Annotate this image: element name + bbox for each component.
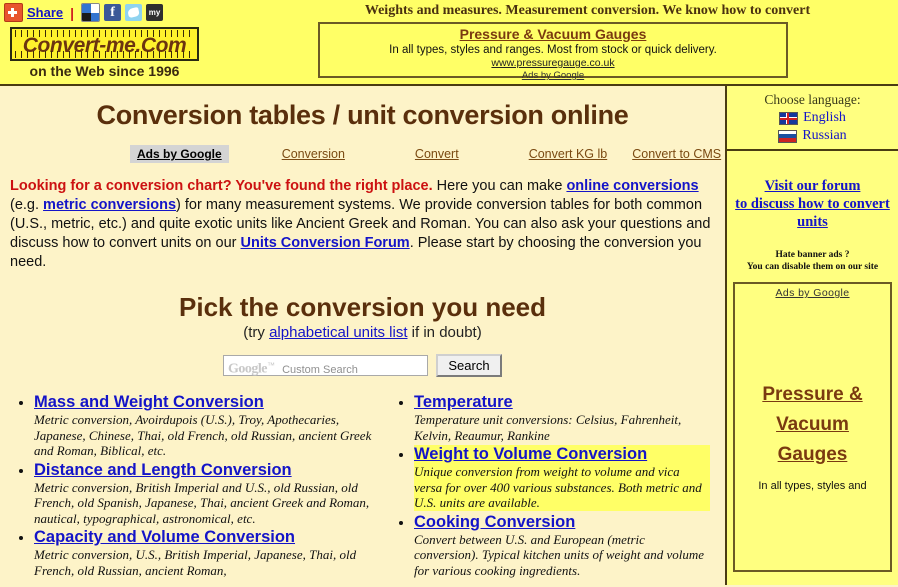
list-item: Temperature Temperature unit conversions…	[414, 393, 710, 443]
search-placeholder: Custom Search	[282, 363, 358, 376]
ads-nav-bar: Ads by Google Conversion Convert Convert…	[0, 145, 725, 163]
forum-link-line3[interactable]: units	[797, 214, 828, 230]
nav-link-convert[interactable]: Convert	[415, 147, 459, 161]
link-metric-conversions[interactable]: metric conversions	[43, 197, 176, 213]
language-option-english[interactable]: English	[727, 110, 898, 126]
pick-conversion-title: Pick the conversion you need	[179, 292, 546, 322]
conversion-description: Metric conversion, Avoirdupois (U.S.), T…	[34, 412, 372, 458]
forum-link-line2[interactable]: to discuss how to convert	[735, 196, 890, 212]
conversion-list-left: Mass and Weight Conversion Metric conver…	[0, 393, 380, 578]
link-alphabetical-units-list[interactable]: alphabetical units list	[269, 324, 407, 341]
intro-text-2: (e.g.	[10, 197, 44, 213]
header-ad-url[interactable]: www.pressuregauge.co.uk	[320, 57, 786, 70]
site-header: Share | f my Convert-me.Com on the Web s…	[0, 0, 898, 86]
pick-sub-pre: (try	[243, 324, 270, 341]
language-section: Choose language: English Russian	[727, 86, 898, 151]
nav-link-convert-to-cms[interactable]: Convert to CMS	[632, 147, 721, 161]
nav-link-convert-kg-lb[interactable]: Convert KG lb	[529, 147, 608, 161]
ads-by-google-tag[interactable]: Ads by Google	[130, 145, 229, 163]
sidebar-ad-description: In all types, styles and	[758, 480, 867, 492]
addthis-plus-icon[interactable]	[4, 3, 23, 22]
myspace-icon[interactable]: my	[146, 4, 164, 21]
header-ad-banner[interactable]: Pressure & Vacuum Gauges In all types, s…	[318, 22, 788, 81]
list-item: Mass and Weight Conversion Metric conver…	[34, 393, 380, 459]
site-logo[interactable]: Convert-me.Com	[10, 27, 199, 61]
forum-link-line1[interactable]: Visit our forum	[765, 178, 861, 194]
logo-subtitle: on the Web since 1996	[29, 63, 180, 79]
conversion-columns: Mass and Weight Conversion Metric conver…	[0, 393, 725, 580]
sidebar-ad-title-line2: Vacuum	[776, 414, 849, 435]
conversion-description: Unique conversion from weight to volume …	[414, 464, 710, 511]
link-units-conversion-forum[interactable]: Units Conversion Forum	[241, 235, 410, 251]
pick-conversion-subtitle: (try alphabetical units list if in doubt…	[0, 324, 725, 341]
uk-flag-icon	[779, 111, 799, 125]
conversion-column-left: Mass and Weight Conversion Metric conver…	[0, 393, 380, 580]
link-weight-to-volume-conversion[interactable]: Weight to Volume Conversion	[414, 445, 647, 463]
share-bar: Share | f my	[4, 3, 164, 22]
sidebar-ad-box[interactable]: Ads by Google Pressure & Vacuum Gauges I…	[733, 282, 892, 572]
main-content: Conversion tables / unit conversion onli…	[0, 86, 725, 585]
sidebar: Choose language: English Russian Visit o…	[725, 86, 898, 585]
conversion-list-right: Temperature Temperature unit conversions…	[380, 393, 710, 578]
choose-language-label: Choose language:	[764, 92, 861, 107]
search-button[interactable]: Search	[436, 354, 502, 377]
ruler-ticks-bottom-icon	[15, 51, 194, 58]
disable-ads-line2: You can disable them on our site	[746, 262, 879, 272]
share-link[interactable]: Share	[27, 5, 63, 20]
list-item: Cooking Conversion Convert between U.S. …	[414, 513, 710, 579]
conversion-description: Metric conversion, U.S., British Imperia…	[34, 547, 357, 578]
page-root: Share | f my Convert-me.Com on the Web s…	[0, 0, 898, 587]
facebook-icon[interactable]: f	[104, 4, 122, 21]
conversion-column-right: Temperature Temperature unit conversions…	[380, 393, 710, 580]
disable-ads-line1: Hate banner ads ?	[775, 250, 850, 260]
trademark-symbol: ™	[267, 361, 275, 370]
page-title: Conversion tables / unit conversion onli…	[96, 100, 629, 130]
header-ad-title[interactable]: Pressure & Vacuum Gauges	[320, 26, 786, 43]
intro-paragraph: Looking for a conversion chart? You've f…	[10, 177, 715, 272]
conversion-description: Convert between U.S. and European (metri…	[414, 531, 705, 578]
link-online-conversions[interactable]: online conversions	[566, 178, 698, 194]
intro-text-1: Here you can make	[432, 178, 567, 194]
sidebar-ad-title-line1: Pressure &	[762, 384, 863, 405]
body-wrapper: Conversion tables / unit conversion onli…	[0, 86, 898, 585]
link-mass-and-weight-conversion[interactable]: Mass and Weight Conversion	[34, 393, 264, 411]
language-option-russian[interactable]: Russian	[727, 128, 898, 144]
delicious-icon[interactable]	[81, 3, 101, 22]
nav-link-conversion[interactable]: Conversion	[282, 147, 345, 161]
twitter-icon[interactable]	[125, 4, 143, 21]
sidebar-ad-title-line3: Gauges	[777, 444, 848, 465]
google-wordmark: Google	[228, 361, 268, 377]
header-ad-description: In all types, styles and ranges. Most fr…	[389, 44, 717, 56]
list-item: Capacity and Volume Conversion Metric co…	[34, 528, 380, 578]
search-input[interactable]: Google™ Custom Search	[223, 355, 428, 377]
forum-promo[interactable]: Visit our forum to discuss how to conver…	[727, 177, 898, 231]
sidebar-ad-title[interactable]: Pressure & Vacuum Gauges	[735, 380, 890, 470]
link-capacity-and-volume-conversion[interactable]: Capacity and Volume Conversion	[34, 528, 295, 546]
list-item: Distance and Length Conversion Metric co…	[34, 461, 380, 527]
link-temperature[interactable]: Temperature	[414, 393, 513, 411]
pick-sub-post: if in doubt)	[407, 324, 482, 341]
language-label-russian[interactable]: Russian	[802, 128, 846, 144]
site-tagline: Weights and measures. Measurement conver…	[364, 3, 811, 18]
disable-ads-note: Hate banner ads ? You can disable them o…	[727, 249, 898, 273]
russia-flag-icon	[778, 129, 798, 143]
link-distance-and-length-conversion[interactable]: Distance and Length Conversion	[34, 461, 292, 479]
list-item-highlighted: Weight to Volume Conversion Unique conve…	[414, 445, 710, 511]
conversion-description: Metric conversion, British Imperial and …	[34, 479, 370, 526]
header-ad-ads-by-google[interactable]: Ads by Google	[320, 70, 786, 82]
search-row: Google™ Custom Search Search	[0, 354, 725, 377]
language-label-english[interactable]: English	[803, 110, 846, 126]
intro-highlight: Looking for a conversion chart? You've f…	[10, 178, 433, 194]
share-divider: |	[70, 4, 75, 21]
link-cooking-conversion[interactable]: Cooking Conversion	[414, 513, 575, 531]
sidebar-ads-by-google[interactable]: Ads by Google	[775, 287, 849, 299]
conversion-description: Temperature unit conversions: Celsius, F…	[414, 412, 682, 443]
